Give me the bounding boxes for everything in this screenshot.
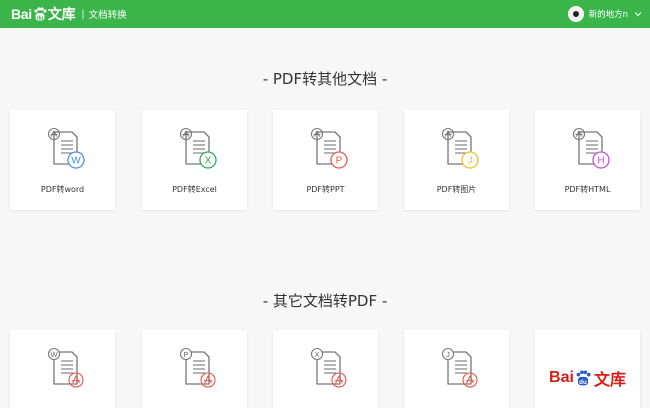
card-image-to-pdf[interactable]: J	[404, 330, 509, 408]
format-badge-letter: X	[205, 156, 212, 167]
avatar[interactable]	[567, 6, 584, 22]
page-subtitle[interactable]: 文档转换	[89, 7, 127, 21]
format-badge-letter: P	[183, 350, 188, 359]
ppt-to-pdf-icon: P	[179, 347, 216, 388]
pdf-to-excel-icon: X	[179, 127, 217, 169]
paw-icon: du	[34, 7, 47, 21]
format-badge-letter: J	[468, 156, 473, 167]
brand-separator: |	[81, 8, 85, 20]
baidu-wenku-logo-large: Bai du 文库	[535, 366, 640, 390]
chevron-down-icon[interactable]	[634, 10, 642, 18]
pdf-to-ppt-icon: P	[310, 127, 348, 169]
card-baidu-wenku[interactable]: Bai du 文库	[535, 330, 640, 408]
card-word-to-pdf[interactable]: W	[10, 330, 115, 408]
section-title-other-to-pdf: - 其它文档转PDF -	[262, 292, 388, 310]
pdf-to-word-icon: W	[47, 127, 85, 169]
pdf-to-image-icon: J	[441, 127, 479, 169]
card-label: PDF转图片	[436, 185, 477, 194]
card-excel-to-pdf[interactable]: X	[273, 330, 378, 408]
brand[interactable]: Bai du 文库 | 文档转换	[11, 5, 127, 23]
format-badge-letter: P	[336, 156, 343, 167]
card-pdf-to-excel[interactable]: X PDF转Excel	[142, 110, 247, 210]
format-badge-letter: W	[71, 156, 81, 167]
logo-text-bai: Bai	[549, 369, 574, 386]
baidu-wenku-logo[interactable]: Bai du 文库	[11, 4, 76, 24]
format-badge-letter: X	[314, 350, 319, 359]
logo-text-wenku: 文库	[47, 6, 76, 22]
card-pdf-to-word[interactable]: W PDF转word	[10, 110, 115, 210]
logo-text-wenku: 文库	[593, 372, 626, 389]
username[interactable]: 新的地方n	[589, 8, 628, 20]
pdf-to-html-icon: H	[572, 127, 610, 169]
paw-icon: du	[576, 370, 591, 386]
card-pdf-to-image[interactable]: J PDF转图片	[404, 110, 509, 210]
logo-text-bai: Bai	[11, 6, 32, 22]
card-ppt-to-pdf[interactable]: P	[142, 330, 247, 408]
card-pdf-to-html[interactable]: H PDF转HTML	[535, 110, 640, 210]
excel-to-pdf-icon: X	[310, 347, 347, 388]
card-label: PDF转HTML	[564, 185, 611, 194]
top-bar: Bai du 文库 | 文档转换 新的地方n	[0, 0, 650, 28]
logo-text-du: du	[37, 15, 43, 21]
format-badge-letter: W	[50, 350, 58, 359]
format-badge-letter: H	[597, 156, 604, 167]
section-title-pdf-to-other: - PDF转其他文档 -	[262, 70, 388, 88]
image-to-pdf-icon: J	[441, 347, 478, 388]
format-badge-letter: J	[446, 350, 450, 359]
card-label: PDF转word	[40, 185, 85, 194]
logo-text-du: du	[579, 379, 587, 386]
user-menu[interactable]: 新的地方n	[567, 5, 642, 23]
card-label: PDF转Excel	[172, 185, 217, 194]
card-label: PDF转PPT	[306, 185, 345, 194]
card-pdf-to-ppt[interactable]: P PDF转PPT	[273, 110, 378, 210]
word-to-pdf-icon: W	[47, 347, 84, 388]
